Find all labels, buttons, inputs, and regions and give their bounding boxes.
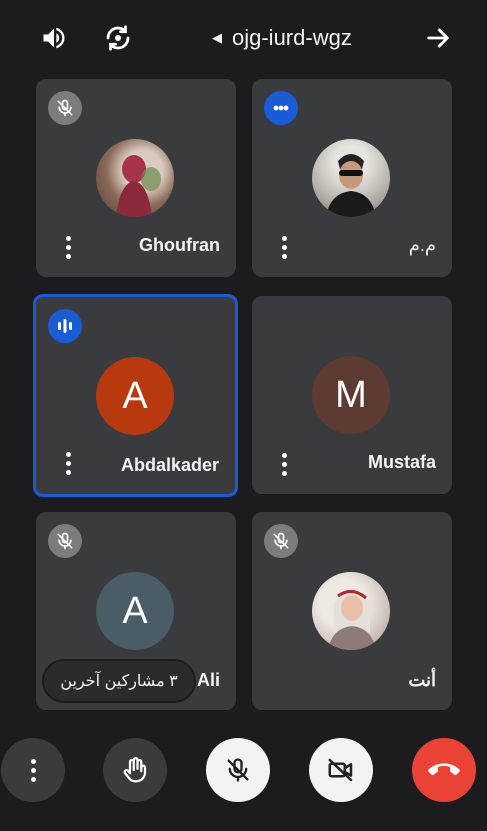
participant-tile-self[interactable]: أنت — [252, 512, 452, 710]
avatar-letter: A — [122, 589, 148, 632]
raise-hand-button[interactable] — [103, 738, 167, 802]
tile-menu-button[interactable] — [58, 233, 78, 261]
avatar: A — [96, 357, 174, 435]
speaking-indicator-icon — [264, 91, 298, 125]
participant-tile[interactable]: Ghoufran — [36, 79, 236, 277]
mic-off-icon — [227, 758, 249, 782]
participant-name: Ghoufran — [139, 235, 220, 255]
camera-toggle-button[interactable] — [309, 738, 373, 802]
more-options-button[interactable] — [1, 738, 65, 802]
audio-level-icon — [48, 309, 82, 343]
participant-tile[interactable]: م.م — [252, 79, 452, 277]
participant-name: Abdalkader — [120, 455, 219, 475]
other-participants-label: ٣ مشاركين آخرين — [60, 673, 178, 690]
participant-tile-active[interactable]: A Abdalkader — [33, 294, 238, 497]
tile-menu-button[interactable] — [58, 449, 78, 477]
more-vert-icon — [23, 756, 43, 784]
tile-menu-button[interactable] — [274, 450, 294, 478]
meeting-code[interactable]: ◀ ojg-iurd-wgz — [212, 22, 352, 54]
arrow-right-icon[interactable] — [422, 22, 454, 54]
videocam-off-icon — [328, 758, 353, 782]
avatar-letter: A — [122, 374, 148, 417]
top-bar: ◀ ojg-iurd-wgz — [0, 0, 487, 78]
mic-off-icon — [48, 91, 82, 125]
volume-up-icon[interactable] — [38, 22, 70, 54]
end-call-button[interactable] — [412, 738, 476, 802]
avatar: M — [312, 356, 390, 434]
call-end-icon — [428, 763, 460, 776]
participant-name: أنت — [408, 670, 436, 690]
raise-hand-icon — [123, 757, 147, 783]
camera-switch-icon[interactable] — [102, 22, 134, 54]
participant-name: Mustafa — [367, 452, 436, 472]
avatar: A — [96, 572, 174, 650]
chevron-left-icon: ◀ — [212, 30, 222, 45]
participant-name: م.م — [408, 235, 436, 255]
mic-off-icon — [264, 524, 298, 558]
avatar — [96, 139, 174, 217]
other-participants-pill[interactable]: ٣ مشاركين آخرين — [44, 661, 194, 701]
avatar — [312, 572, 390, 650]
participant-name: Ali — [196, 670, 220, 690]
avatar-letter: M — [335, 373, 367, 416]
meeting-code-text: ojg-iurd-wgz — [232, 25, 352, 50]
participant-tile[interactable]: M Mustafa — [252, 296, 452, 494]
tile-menu-button[interactable] — [274, 233, 294, 261]
mic-off-icon — [48, 524, 82, 558]
avatar — [312, 139, 390, 217]
microphone-toggle-button[interactable] — [206, 738, 270, 802]
